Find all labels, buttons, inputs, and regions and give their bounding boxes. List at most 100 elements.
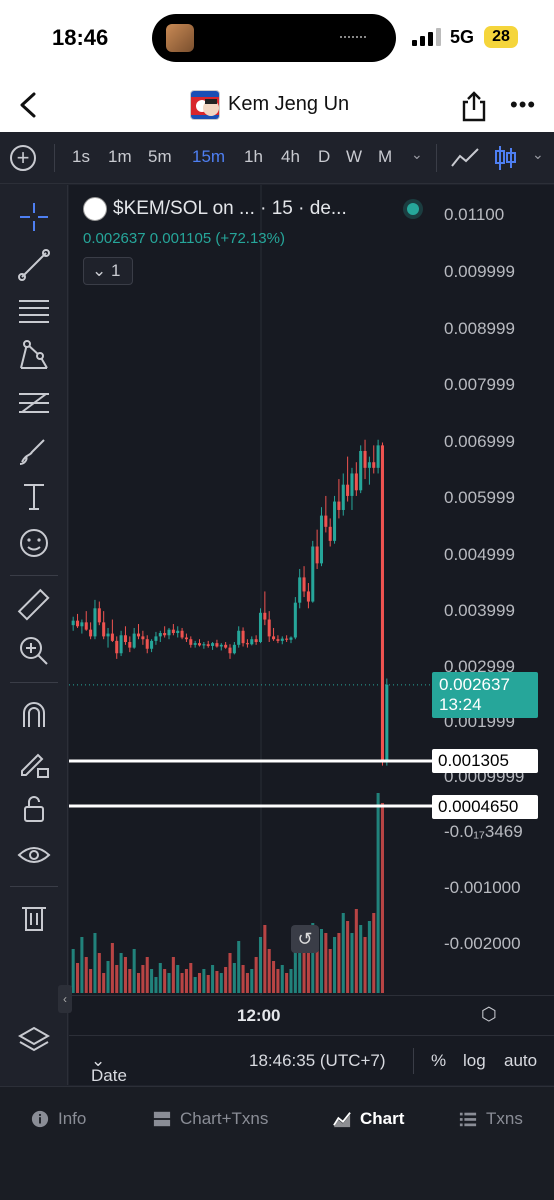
volume-bar xyxy=(93,933,97,993)
chevron-down-icon[interactable]: ⌄ xyxy=(532,146,544,163)
text-tool-icon[interactable] xyxy=(16,479,52,515)
timeframe-1h[interactable]: 1h xyxy=(244,147,263,167)
fib-icon[interactable] xyxy=(16,385,52,421)
token-logo xyxy=(190,90,220,120)
timeframe-M[interactable]: M xyxy=(378,147,392,167)
trend-line-icon[interactable] xyxy=(16,247,52,283)
level-badge-1[interactable]: 0.001305 xyxy=(432,749,538,773)
level-badge-2[interactable]: 0.0004650 xyxy=(432,795,538,819)
candle-body xyxy=(150,640,154,649)
tab-chart-txns[interactable]: Chart+Txns xyxy=(152,1109,268,1129)
volume-bar xyxy=(276,969,280,993)
candle-body xyxy=(224,644,228,648)
candle-body xyxy=(202,644,206,646)
collapse-toolbar-button[interactable]: ‹ xyxy=(58,985,72,1013)
candle-body xyxy=(184,637,188,640)
volume-bar xyxy=(163,969,167,993)
candle-body xyxy=(346,484,350,496)
tab-txns-label: Txns xyxy=(486,1109,523,1128)
timeframe-1s[interactable]: 1s xyxy=(72,147,90,167)
lock-drawing-icon[interactable] xyxy=(16,745,52,781)
candle-body xyxy=(154,636,158,641)
toolbar-divider xyxy=(54,144,55,172)
tab-info-label: Info xyxy=(58,1109,87,1128)
candles-icon[interactable] xyxy=(494,144,518,172)
volume-bar xyxy=(258,937,263,993)
volume-bar xyxy=(272,961,276,993)
trash-icon[interactable] xyxy=(16,899,52,935)
volume-bar xyxy=(123,957,127,993)
timeframe-4h[interactable]: 4h xyxy=(281,147,300,167)
add-indicator-button[interactable]: + xyxy=(10,145,36,171)
chart-legend: $KEM/SOL on ... · 15 · de... 0.002637 0.… xyxy=(83,197,419,247)
candle-body xyxy=(206,644,210,646)
brush-icon[interactable] xyxy=(16,432,52,468)
log-toggle[interactable]: log xyxy=(463,1051,486,1071)
eye-icon[interactable] xyxy=(16,837,52,873)
volume-bar xyxy=(206,975,210,993)
candle-body xyxy=(97,608,101,623)
chevron-down-icon[interactable]: ⌄ xyxy=(411,146,423,163)
status-time: 18:46 xyxy=(52,25,109,50)
candle-body xyxy=(293,602,297,638)
legend-collapse-button[interactable]: ⌄ 1 xyxy=(83,257,133,285)
volume-bar xyxy=(232,963,236,993)
price-scale[interactable]: 0.01100 0.009999 0.008999 0.007999 0.006999 0… xyxy=(438,185,554,1005)
volume-bar xyxy=(106,961,110,993)
volume-bar xyxy=(197,973,202,993)
candle-body xyxy=(163,633,167,636)
candle-body xyxy=(115,640,119,654)
volume-bar xyxy=(89,969,93,993)
volume-bar xyxy=(367,921,371,993)
more-icon[interactable]: ••• xyxy=(510,94,536,116)
back-icon[interactable] xyxy=(14,88,44,122)
volume-bar xyxy=(211,965,215,993)
price-tick: 0.006999 xyxy=(444,432,515,451)
volume-bar xyxy=(363,937,367,993)
price-tick: 0.008999 xyxy=(444,319,515,338)
timeframe-1m[interactable]: 1m xyxy=(108,147,132,167)
candle-body xyxy=(176,630,180,634)
candle-body xyxy=(280,638,284,641)
timeframe-D[interactable]: D xyxy=(318,147,330,167)
share-icon[interactable] xyxy=(460,90,488,122)
date-range-button[interactable]: Date Range ⌄ xyxy=(91,1051,141,1105)
dynamic-island xyxy=(152,14,396,62)
unlock-icon[interactable] xyxy=(16,791,52,827)
volume-bar xyxy=(76,963,80,993)
price-chart[interactable]: $KEM/SOL on ... · 15 · de... 0.002637 0.… xyxy=(69,185,554,1105)
candle-body xyxy=(328,526,332,541)
candle-body xyxy=(180,630,184,638)
pattern-icon[interactable] xyxy=(16,338,52,374)
emoji-icon[interactable] xyxy=(16,525,52,561)
tab-txns[interactable]: Txns xyxy=(458,1109,523,1129)
candle-body xyxy=(141,636,145,640)
crosshair-icon[interactable] xyxy=(16,199,52,235)
candle-body xyxy=(84,622,88,630)
timeframe-15m[interactable]: 15m xyxy=(192,147,225,167)
layers-icon[interactable] xyxy=(16,1023,52,1059)
candle-body xyxy=(315,546,319,564)
tab-info[interactable]: Info xyxy=(30,1109,86,1129)
magnet-icon[interactable] xyxy=(16,697,52,733)
horizontal-lines-icon[interactable] xyxy=(16,293,52,329)
volume-bar xyxy=(228,953,232,993)
timeframe-W[interactable]: W xyxy=(346,147,362,167)
tab-chart[interactable]: Chart xyxy=(332,1109,404,1129)
line-chart-icon[interactable] xyxy=(450,146,480,170)
percent-toggle[interactable]: % xyxy=(431,1051,446,1071)
auto-toggle[interactable]: auto xyxy=(504,1051,537,1071)
candle-body xyxy=(380,445,384,760)
volume-bar xyxy=(237,941,241,993)
volume-bar xyxy=(176,965,180,993)
time-axis[interactable]: 12:00 ⬡ xyxy=(69,995,554,1035)
volume-bar xyxy=(333,937,337,993)
reset-chart-icon[interactable]: ↺ xyxy=(291,925,319,953)
candle-body xyxy=(272,636,276,640)
coin-icon xyxy=(83,197,107,221)
settings-icon[interactable]: ⬡ xyxy=(481,1004,497,1025)
price-tick: -0.0₁₇3469 xyxy=(444,822,523,841)
ruler-icon[interactable] xyxy=(16,587,52,623)
timeframe-5m[interactable]: 5m xyxy=(148,147,172,167)
zoom-in-icon[interactable] xyxy=(16,633,52,669)
